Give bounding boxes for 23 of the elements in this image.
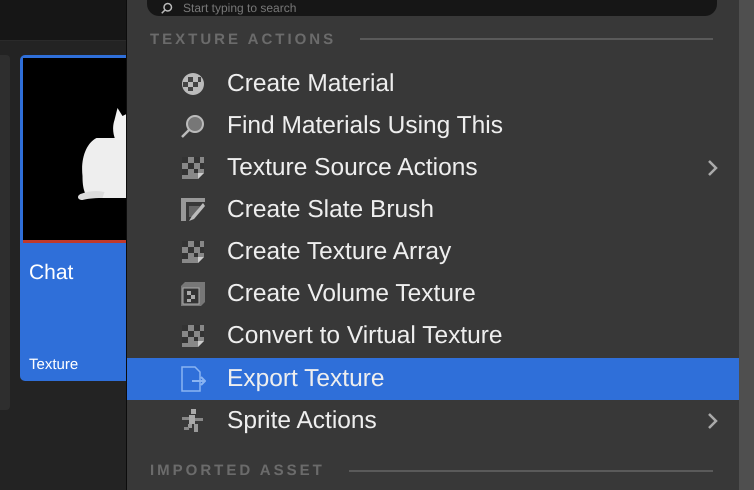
export-icon	[180, 366, 206, 392]
asset-type: Texture	[29, 356, 80, 373]
brush-icon	[180, 197, 206, 224]
menu-item[interactable]: Create Volume Texture	[127, 273, 739, 316]
search-field[interactable]: Start typing to search	[147, 0, 717, 16]
asset-name: Chat	[29, 261, 74, 285]
checker-cube-icon	[180, 281, 206, 308]
menu-item[interactable]: Create Slate Brush	[127, 189, 739, 232]
menu-item[interactable]: Find Materials Using This	[127, 104, 739, 148]
menu-item[interactable]: Create Texture Array	[127, 231, 739, 274]
search-icon	[180, 113, 206, 140]
menu-item[interactable]: Export Texture	[127, 358, 739, 400]
menu-item[interactable]: Convert to Virtual Texture	[127, 315, 739, 358]
menu-item[interactable]: Texture Source Actions	[127, 147, 739, 190]
running-figure-icon	[180, 408, 206, 434]
search-icon	[161, 2, 173, 14]
asset-card[interactable]: Chat Texture	[20, 55, 126, 381]
checker-page-icon	[180, 155, 206, 182]
checker-page-icon	[180, 323, 206, 350]
menu-item[interactable]: Sprite Actions	[127, 400, 739, 442]
checker-ball-icon	[180, 70, 206, 97]
menu-item[interactable]: Create Material	[127, 62, 739, 105]
checker-page-icon	[180, 239, 206, 266]
